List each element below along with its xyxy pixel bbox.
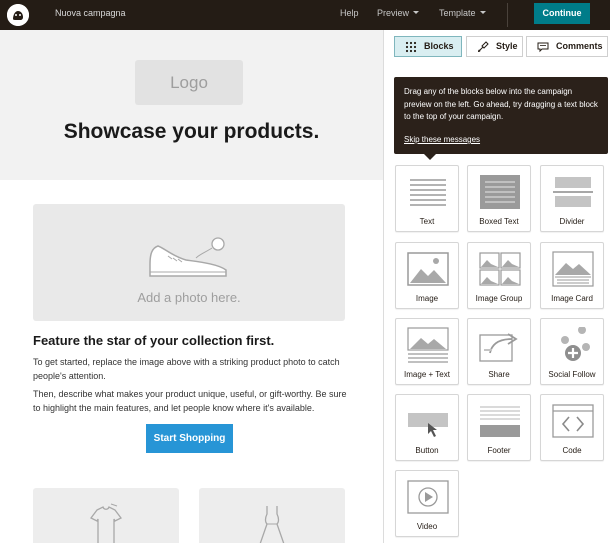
tab-label: Style [496,41,518,51]
campaign-preview: Logo Showcase your products. Add a photo… [0,30,383,543]
button-block-icon [408,413,448,437]
block-label: Image [415,294,439,303]
tab-style[interactable]: Style [466,36,523,57]
body-paragraph[interactable]: Then, describe what makes your product u… [33,387,348,415]
tab-label: Blocks [424,41,454,51]
block-share[interactable]: Share [467,318,531,385]
product-thumbnail[interactable] [199,488,345,543]
block-text[interactable]: Text [395,165,459,232]
skip-messages-link[interactable]: Skip these messages [404,134,480,147]
mailchimp-logo-icon[interactable] [7,4,29,26]
block-label: Divider [559,217,585,226]
block-label: Social Follow [548,370,596,379]
product-thumbnail[interactable] [33,488,179,543]
block-boxed-text[interactable]: Boxed Text [467,165,531,232]
photo-placeholder-text: Add a photo here. [137,290,241,305]
preview-menu[interactable]: Preview [377,8,420,18]
comment-icon [537,42,549,53]
preview-label: Preview [377,8,410,18]
block-label: Text [419,217,435,226]
help-link[interactable]: Help [340,8,359,18]
tab-comments[interactable]: Comments [526,36,608,57]
header-section[interactable]: Logo Showcase your products. [0,30,383,180]
chevron-down-icon [413,11,420,14]
product-photo-placeholder[interactable]: Add a photo here. [33,204,345,321]
block-label: Share [488,370,510,379]
chevron-down-icon [479,11,486,14]
tooltip-text: Drag any of the blocks below into the ca… [404,87,598,121]
template-menu[interactable]: Template [439,8,486,18]
top-bar: Nuova campagna Help Preview Template Con… [0,0,610,30]
image-text-icon [407,327,449,363]
block-image-card[interactable]: Image Card [540,242,604,309]
block-image-text[interactable]: Image + Text [395,318,459,385]
block-label: Image + Text [404,370,450,379]
text-block-icon [410,179,446,206]
feature-heading[interactable]: Feature the star of your collection firs… [33,333,274,348]
footer-icon [480,406,520,437]
block-video[interactable]: Video [395,470,459,537]
image-icon [407,252,449,286]
block-label: Image Group [475,294,523,303]
block-divider[interactable]: Divider [540,165,604,232]
share-icon [479,333,518,362]
shoe-icon [149,237,227,277]
divider [507,3,508,27]
blocks-panel: Blocks Style Comments Drag any of the bl… [383,30,610,543]
image-card-icon [552,251,594,287]
grid-icon [405,41,417,53]
start-shopping-button[interactable]: Start Shopping [146,424,233,453]
block-image[interactable]: Image [395,242,459,309]
shirt-icon [90,503,122,543]
help-tooltip: Drag any of the blocks below into the ca… [394,77,608,160]
boxed-text-icon [480,175,520,209]
tab-label: Comments [556,41,603,51]
block-label: Video [416,522,438,531]
block-image-group[interactable]: Image Group [467,242,531,309]
dress-icon [259,506,285,543]
block-social-follow[interactable]: Social Follow [540,318,604,385]
logo-placeholder[interactable]: Logo [135,60,243,105]
block-code[interactable]: Code [540,394,604,461]
help-label: Help [340,8,359,18]
block-label: Image Card [551,294,593,303]
page-title[interactable]: Showcase your products. [0,120,383,144]
divider-icon [553,177,593,207]
body-paragraph[interactable]: To get started, replace the image above … [33,355,348,383]
image-group-icon [479,252,521,286]
block-button[interactable]: Button [395,394,459,461]
block-label: Button [415,446,439,455]
video-icon [407,480,449,514]
code-icon [552,404,594,438]
campaign-name[interactable]: Nuova campagna [55,8,126,18]
block-label: Code [562,446,582,455]
block-label: Footer [487,446,511,455]
template-label: Template [439,8,476,18]
block-label: Boxed Text [479,217,519,226]
paint-brush-icon [478,41,489,52]
block-footer[interactable]: Footer [467,394,531,461]
social-follow-icon [561,327,590,361]
continue-button[interactable]: Continue [534,3,590,24]
tab-blocks[interactable]: Blocks [394,36,462,57]
